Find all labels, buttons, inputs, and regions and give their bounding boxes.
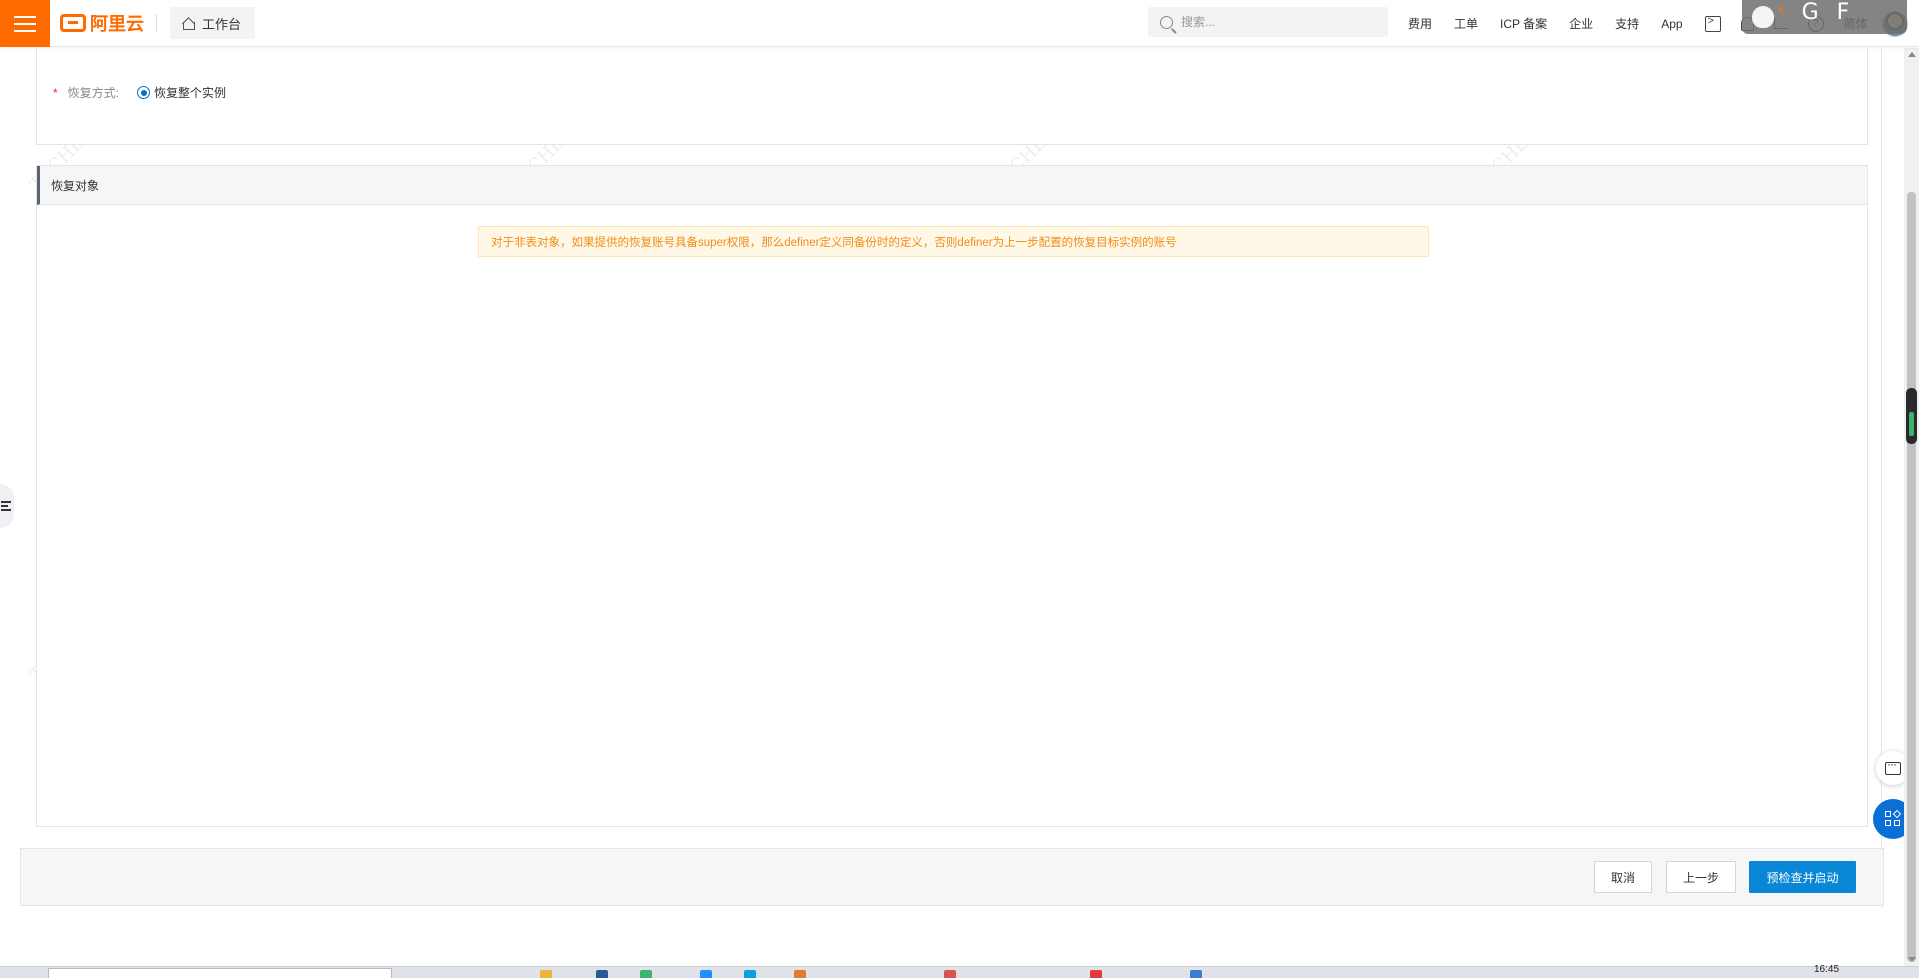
nav-fees[interactable]: 费用 <box>1408 15 1432 32</box>
apps-icon <box>1885 809 1902 827</box>
nav-tickets[interactable]: 工单 <box>1454 15 1478 32</box>
divider <box>156 14 157 32</box>
menu-icon <box>14 15 36 32</box>
taskbar-app-icon[interactable] <box>540 970 552 978</box>
floating-overlay-widget: 4 G F <box>1742 0 1907 34</box>
overlay-letter-f[interactable]: F <box>1837 0 1850 25</box>
required-mark: * <box>53 85 58 100</box>
taskbar-app-icon[interactable] <box>640 970 652 978</box>
taskbar-app-icon[interactable] <box>700 970 712 978</box>
home-icon <box>182 17 195 30</box>
scroll-up-arrow-icon[interactable] <box>1908 52 1916 57</box>
cancel-button[interactable]: 取消 <box>1594 861 1652 893</box>
restore-whole-instance-radio[interactable] <box>137 86 151 99</box>
chat-icon <box>1885 757 1901 775</box>
scroll-down-arrow-icon[interactable] <box>1908 957 1916 962</box>
overlay-letter-g[interactable]: G <box>1802 0 1819 25</box>
taskbar-app-icon[interactable] <box>944 970 956 978</box>
terminal-icon[interactable] <box>1704 15 1721 32</box>
list-icon <box>1 501 11 511</box>
taskbar-clock: 16:45 <box>1814 964 1840 975</box>
aliyun-logo[interactable]: 阿里云 <box>60 11 144 35</box>
scrollbar-thumb[interactable] <box>1907 192 1916 962</box>
workbench-label: 工作台 <box>202 16 242 32</box>
scroll-position-marker <box>1906 388 1917 444</box>
top-navigation-bar: 阿里云 工作台 费用 工单 ICP 备案 企业 支持 App ? 简体 <box>0 0 1919 47</box>
notification-badge: 4 <box>1778 4 1784 16</box>
workbench-button[interactable]: 工作台 <box>170 7 256 39</box>
taskbar-search-box[interactable] <box>48 968 392 978</box>
apple-icon[interactable] <box>1752 6 1774 28</box>
restore-objects-header: 恢复对象 <box>37 166 1867 205</box>
restore-mode-row: * 恢复方式: 恢复整个实例 <box>53 84 226 101</box>
logo-text: 阿里云 <box>90 14 144 34</box>
taskbar-app-icon[interactable] <box>1090 970 1102 978</box>
nav-app[interactable]: App <box>1661 17 1682 31</box>
taskbar-app-icon[interactable] <box>794 970 806 978</box>
side-panel-toggle[interactable] <box>0 484 14 528</box>
nav-icp[interactable]: ICP 备案 <box>1500 15 1547 32</box>
nav-support[interactable]: 支持 <box>1615 15 1639 32</box>
restore-objects-panel: 恢复对象 对于非表对象，如果提供的恢复账号具备super权限，那么definer… <box>36 165 1868 827</box>
taskbar-app-icon[interactable] <box>1190 970 1202 978</box>
taskbar-app-icon[interactable] <box>744 970 756 978</box>
definer-notice: 对于非表对象，如果提供的恢复账号具备super权限，那么definer定义同备份… <box>478 226 1429 257</box>
restore-whole-instance-label[interactable]: 恢复整个实例 <box>154 84 226 101</box>
action-footer: 取消 上一步 预检查并启动 <box>20 848 1884 906</box>
search-input[interactable] <box>1181 15 1381 29</box>
search-icon <box>1160 15 1173 29</box>
os-taskbar: 16:45 <box>0 964 1919 978</box>
restore-mode-label: 恢复方式: <box>67 86 120 100</box>
aliyun-logo-icon <box>60 14 86 32</box>
precheck-and-start-button[interactable]: 预检查并启动 <box>1749 861 1856 893</box>
page-scrollbar[interactable] <box>1904 48 1919 966</box>
hamburger-menu-button[interactable] <box>0 0 50 47</box>
previous-step-button[interactable]: 上一步 <box>1666 861 1736 893</box>
restore-mode-section: * 恢复方式: 恢复整个实例 <box>36 48 1868 145</box>
nav-enterprise[interactable]: 企业 <box>1569 15 1593 32</box>
taskbar-app-icon[interactable] <box>596 970 608 978</box>
global-search[interactable] <box>1148 7 1388 37</box>
